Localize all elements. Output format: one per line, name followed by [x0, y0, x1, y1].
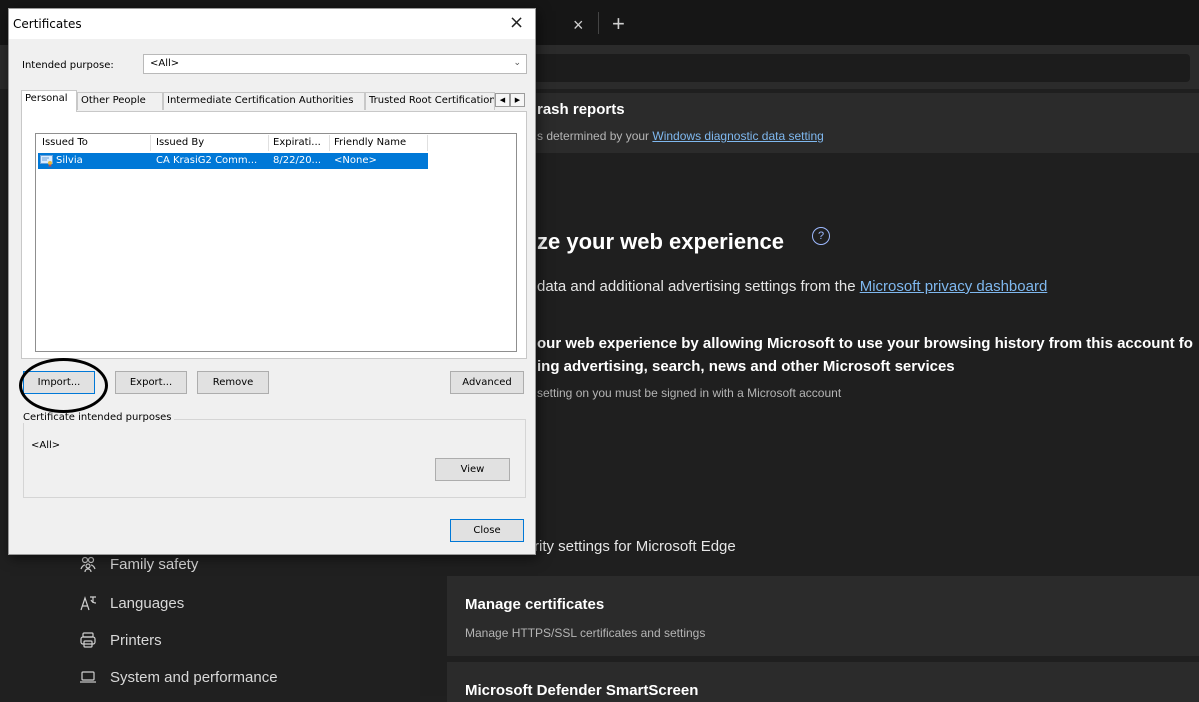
improve-experience-note: setting on you must be signed in with a …: [537, 386, 842, 400]
column-divider: [150, 135, 151, 151]
advanced-button[interactable]: Advanced: [450, 371, 524, 394]
tab-label: Personal: [25, 93, 68, 104]
remove-button[interactable]: Remove: [197, 371, 269, 394]
chevron-down-icon: ⌄: [513, 58, 521, 68]
certificate-icon: [40, 154, 54, 170]
certificate-store-tabs: Personal Other People Intermediate Certi…: [21, 90, 527, 112]
improve-experience-line1: our web experience by allowing Microsoft…: [537, 335, 1193, 352]
sidebar-item-label: Printers: [110, 631, 162, 649]
intended-purposes-value: <All>: [31, 440, 61, 451]
tab-other-people[interactable]: Other People: [77, 92, 163, 110]
cell-friendly-name: <None>: [334, 155, 377, 166]
crash-reports-title: rash reports: [537, 101, 625, 118]
column-issued-to[interactable]: Issued To: [42, 134, 88, 152]
sidebar-item-system-performance[interactable]: System and performance: [78, 665, 278, 689]
laptop-icon: [78, 667, 98, 687]
improve-experience-line2: ing advertising, search, news and other …: [537, 358, 955, 375]
tab-scroll-left-icon[interactable]: ◀: [495, 93, 510, 107]
column-divider: [329, 135, 330, 151]
manage-certificates-title: Manage certificates: [465, 596, 605, 613]
crash-reports-desc: s determined by your Windows diagnostic …: [537, 129, 824, 143]
sidebar-item-label: System and performance: [110, 668, 278, 686]
certificates-dialog: Certificates × Intended purpose: <All> ⌄…: [8, 8, 536, 555]
export-button[interactable]: Export...: [115, 371, 187, 394]
cell-expiration: 8/22/20...: [273, 155, 322, 166]
intended-purpose-label: Intended purpose:: [22, 60, 114, 71]
intended-purpose-select[interactable]: <All> ⌄: [143, 54, 527, 74]
close-icon[interactable]: ×: [509, 14, 524, 32]
tab-personal[interactable]: Personal: [21, 90, 77, 112]
crash-reports-card: rash reports s determined by your Window…: [447, 93, 1199, 153]
column-friendly-name[interactable]: Friendly Name: [334, 134, 406, 152]
cell-issued-to: Silvia: [56, 155, 83, 166]
close-button[interactable]: Close: [450, 519, 524, 542]
manage-certificates-card[interactable]: Manage certificates Manage HTTPS/SSL cer…: [447, 576, 1199, 656]
dialog-titlebar[interactable]: Certificates ×: [9, 9, 535, 39]
privacy-dashboard-desc: data and additional advertising settings…: [537, 278, 1048, 295]
column-issued-by[interactable]: Issued By: [156, 134, 204, 152]
family-icon: [78, 554, 98, 574]
address-input[interactable]: [530, 54, 1190, 82]
sidebar-item-label: Languages: [110, 594, 185, 612]
tab-separator: [598, 12, 599, 34]
personalize-heading: ze your web experience: [537, 229, 784, 254]
column-expiration[interactable]: Expirati...: [273, 134, 321, 152]
languages-icon: [78, 593, 98, 613]
smartscreen-card[interactable]: Microsoft Defender SmartScreen: [447, 662, 1199, 702]
import-button[interactable]: Import...: [23, 371, 95, 394]
dialog-title: Certificates: [13, 17, 82, 31]
sidebar-item-label: Family safety: [110, 555, 199, 573]
privacy-dashboard-link[interactable]: Microsoft privacy dashboard: [860, 278, 1048, 295]
help-icon[interactable]: ?: [812, 227, 830, 245]
tab-label: Other People: [81, 95, 146, 106]
table-row[interactable]: Silvia CA KrasiG2 Comm... 8/22/20... <No…: [38, 153, 428, 169]
intended-purpose-value: <All>: [150, 58, 180, 69]
sidebar-item-languages[interactable]: Languages: [78, 591, 184, 615]
sidebar-item-family-safety[interactable]: Family safety: [78, 552, 198, 576]
new-tab-button[interactable]: +: [612, 13, 625, 35]
tab-close-button[interactable]: ×: [573, 16, 584, 34]
security-settings-text: rity settings for Microsoft Edge: [534, 538, 736, 555]
tab-label: Intermediate Certification Authorities: [167, 95, 354, 106]
certificate-list[interactable]: Issued To Issued By Expirati... Friendly…: [35, 133, 517, 352]
column-divider: [268, 135, 269, 151]
printer-icon: [78, 630, 98, 650]
column-divider: [427, 135, 428, 151]
smartscreen-title: Microsoft Defender SmartScreen: [465, 682, 699, 699]
sidebar-item-printers[interactable]: Printers: [78, 628, 162, 652]
diagnostic-data-link[interactable]: Windows diagnostic data setting: [652, 129, 823, 143]
tab-intermediate-ca[interactable]: Intermediate Certification Authorities: [163, 92, 365, 110]
tab-scroll-right-icon[interactable]: ▶: [510, 93, 525, 107]
manage-certificates-desc: Manage HTTPS/SSL certificates and settin…: [465, 626, 706, 640]
view-button[interactable]: View: [435, 458, 510, 481]
tab-label: Trusted Root Certification: [369, 95, 495, 106]
cell-issued-by: CA KrasiG2 Comm...: [156, 155, 258, 166]
tab-trusted-root[interactable]: Trusted Root Certification: [365, 92, 495, 110]
intended-purposes-label: Certificate intended purposes: [21, 412, 174, 423]
